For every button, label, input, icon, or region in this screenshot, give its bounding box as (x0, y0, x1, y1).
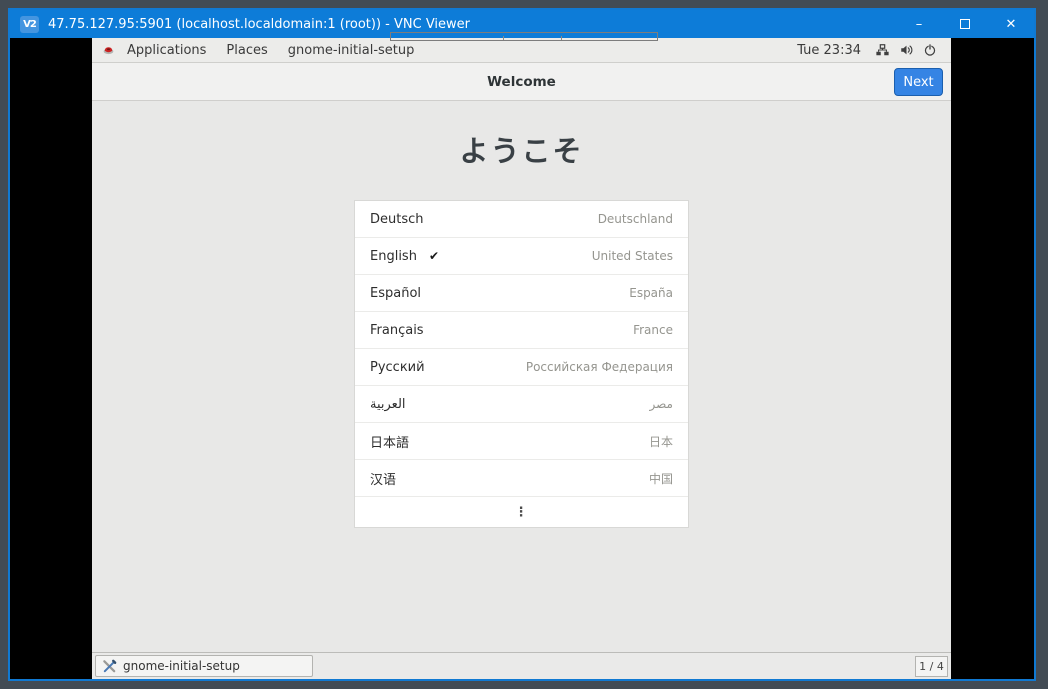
welcome-heading: ようこそ (459, 128, 583, 170)
active-app-menu[interactable]: gnome-initial-setup (278, 38, 425, 62)
close-button[interactable]: ✕ (988, 10, 1034, 38)
language-row-russian[interactable]: Русский Российская Федерация (355, 349, 688, 386)
language-list: Deutsch Deutschland English ✔ United Sta… (354, 200, 689, 528)
toolbar-divider (561, 36, 562, 40)
window-list-taskbar: gnome-initial-setup 1 / 4 (92, 652, 951, 679)
power-icon (923, 43, 937, 57)
language-row-chinese[interactable]: 汉语 中国 (355, 460, 688, 497)
language-name: Français (370, 323, 424, 338)
distro-logo-icon (102, 44, 115, 57)
language-region: France (633, 323, 673, 337)
check-icon: ✔ (429, 249, 439, 263)
language-name: 汉语 (370, 469, 396, 488)
more-languages-button[interactable]: ⋮ (355, 497, 688, 527)
system-status-area[interactable] (871, 43, 943, 57)
clock[interactable]: Tue 23:34 (787, 43, 871, 58)
language-row-francais[interactable]: Français France (355, 312, 688, 349)
minimize-button[interactable]: – (896, 10, 942, 38)
language-region: United States (592, 249, 673, 263)
language-name: 日本語 (370, 432, 409, 451)
taskbar-item-label: gnome-initial-setup (123, 659, 240, 673)
gnome-top-bar: Applications Places gnome-initial-setup … (92, 38, 951, 63)
network-icon (875, 43, 890, 57)
language-row-japanese[interactable]: 日本語 日本 (355, 423, 688, 460)
language-region: 日本 (649, 433, 673, 450)
maximize-icon (960, 19, 970, 29)
language-name: العربية (370, 397, 406, 412)
vnc-window-controls: – ✕ (896, 10, 1034, 38)
more-icon: ⋮ (515, 505, 529, 520)
vnc-viewer-window: V2 47.75.127.95:5901 (localhost.localdom… (8, 8, 1036, 681)
language-name: Русский (370, 360, 425, 375)
welcome-page: ようこそ Deutsch Deutschland English ✔ Unite… (92, 101, 951, 652)
language-region: Deutschland (598, 212, 673, 226)
tools-icon (102, 659, 117, 674)
language-row-espanol[interactable]: Español España (355, 275, 688, 312)
language-row-deutsch[interactable]: Deutsch Deutschland (355, 201, 688, 238)
volume-icon (899, 43, 914, 57)
language-name: Español (370, 286, 421, 301)
vnc-window-title: 47.75.127.95:5901 (localhost.localdomain… (48, 17, 896, 32)
language-region: Российская Федерация (526, 360, 673, 374)
language-row-arabic[interactable]: العربية مصر (355, 386, 688, 423)
vnc-toolbar-stub[interactable] (390, 32, 658, 41)
taskbar-item-gnome-initial-setup[interactable]: gnome-initial-setup (95, 655, 313, 677)
places-menu[interactable]: Places (216, 38, 277, 62)
language-name: English (370, 249, 417, 264)
language-name: Deutsch (370, 212, 424, 227)
language-row-english[interactable]: English ✔ United States (355, 238, 688, 275)
toolbar-divider (503, 36, 504, 40)
maximize-button[interactable] (942, 10, 988, 38)
vnc-logo-icon: V2 (20, 16, 39, 33)
language-region: España (629, 286, 673, 300)
language-region: مصر (650, 397, 673, 411)
app-header-bar: Welcome Next (92, 63, 951, 101)
applications-menu[interactable]: Applications (117, 38, 216, 62)
next-button[interactable]: Next (894, 68, 943, 96)
workspace-pager[interactable]: 1 / 4 (915, 656, 948, 677)
remote-desktop: Applications Places gnome-initial-setup … (92, 38, 951, 679)
page-title: Welcome (92, 74, 951, 90)
language-region: 中国 (649, 470, 673, 487)
